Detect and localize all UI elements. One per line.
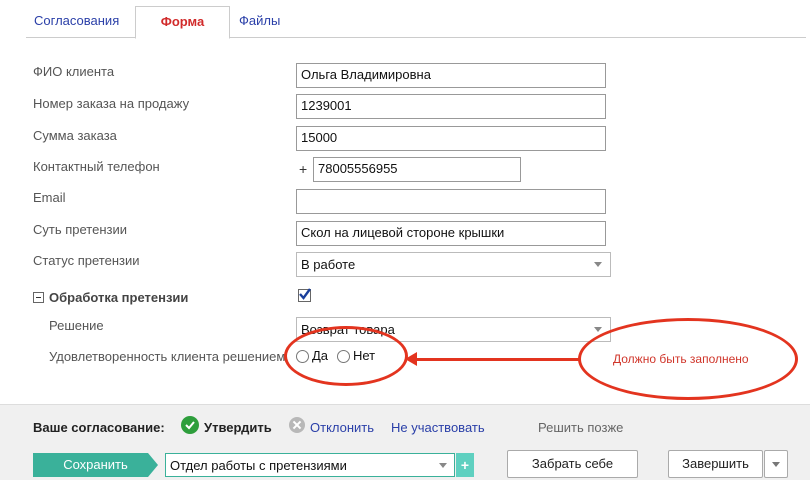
department-select[interactable]: Отдел работы с претензиями: [165, 453, 455, 477]
satisfaction-label: Удовлетворенность клиента решением: [49, 349, 286, 364]
status-select-value: В работе: [301, 257, 356, 272]
status-select[interactable]: В работе: [296, 252, 611, 277]
approval-label: Ваше согласование:: [33, 420, 165, 435]
chevron-down-icon: [594, 327, 602, 332]
chevron-down-icon: [594, 262, 602, 267]
checkmark-icon: [299, 288, 311, 300]
department-select-value: Отдел работы с претензиями: [170, 458, 347, 473]
chevron-down-icon: [439, 463, 447, 468]
highlight-oval: [284, 326, 408, 386]
tab-form[interactable]: Форма: [135, 6, 230, 39]
section-checkbox[interactable]: [298, 288, 311, 302]
order-number-label: Номер заказа на продажу: [33, 96, 190, 111]
add-department-button[interactable]: +: [456, 453, 474, 477]
take-button[interactable]: Забрать себе: [507, 450, 638, 478]
claim-label: Суть претензии: [33, 222, 127, 237]
reject-circle-icon[interactable]: [289, 417, 305, 433]
finish-button[interactable]: Завершить: [668, 450, 763, 478]
chevron-down-icon: [772, 462, 780, 467]
client-name-label: ФИО клиента: [33, 64, 115, 79]
tab-approvals[interactable]: Согласования: [26, 6, 127, 38]
order-sum-label: Сумма заказа: [33, 128, 117, 143]
arrow-line: [415, 358, 580, 361]
collapse-icon[interactable]: [33, 292, 44, 303]
abstain-link[interactable]: Не участвовать: [391, 420, 485, 435]
email-label: Email: [33, 190, 66, 205]
phone-prefix: +: [299, 161, 308, 177]
status-label: Статус претензии: [33, 253, 140, 268]
arrow-left-icon: [405, 352, 417, 366]
order-sum-field[interactable]: 15000: [296, 126, 606, 151]
checkmark-icon: [185, 421, 195, 430]
claim-field[interactable]: Скол на лицевой стороне крышки: [296, 221, 606, 246]
validation-message: Должно быть заполнено: [613, 352, 749, 366]
decision-label: Решение: [49, 318, 104, 333]
reject-link[interactable]: Отклонить: [310, 420, 374, 435]
finish-dropdown-button[interactable]: [764, 450, 788, 478]
check-circle-icon[interactable]: [181, 416, 199, 434]
save-button[interactable]: Сохранить: [33, 453, 158, 477]
phone-field[interactable]: 78005556955: [313, 157, 521, 182]
action-panel: Ваше согласование: Утвердить Отклонить Н…: [0, 404, 810, 480]
decide-later-link[interactable]: Решить позже: [538, 420, 623, 435]
tab-bar: Согласования Форма Файлы: [26, 6, 806, 39]
order-number-field[interactable]: 1239001: [296, 94, 606, 119]
phone-label: Контактный телефон: [33, 159, 160, 174]
client-name-field[interactable]: Ольга Владимировна: [296, 63, 606, 88]
email-field[interactable]: [296, 189, 606, 214]
approve-button[interactable]: Утвердить: [204, 420, 272, 435]
tab-files[interactable]: Файлы: [231, 6, 288, 38]
section-title: Обработка претензии: [49, 290, 189, 305]
